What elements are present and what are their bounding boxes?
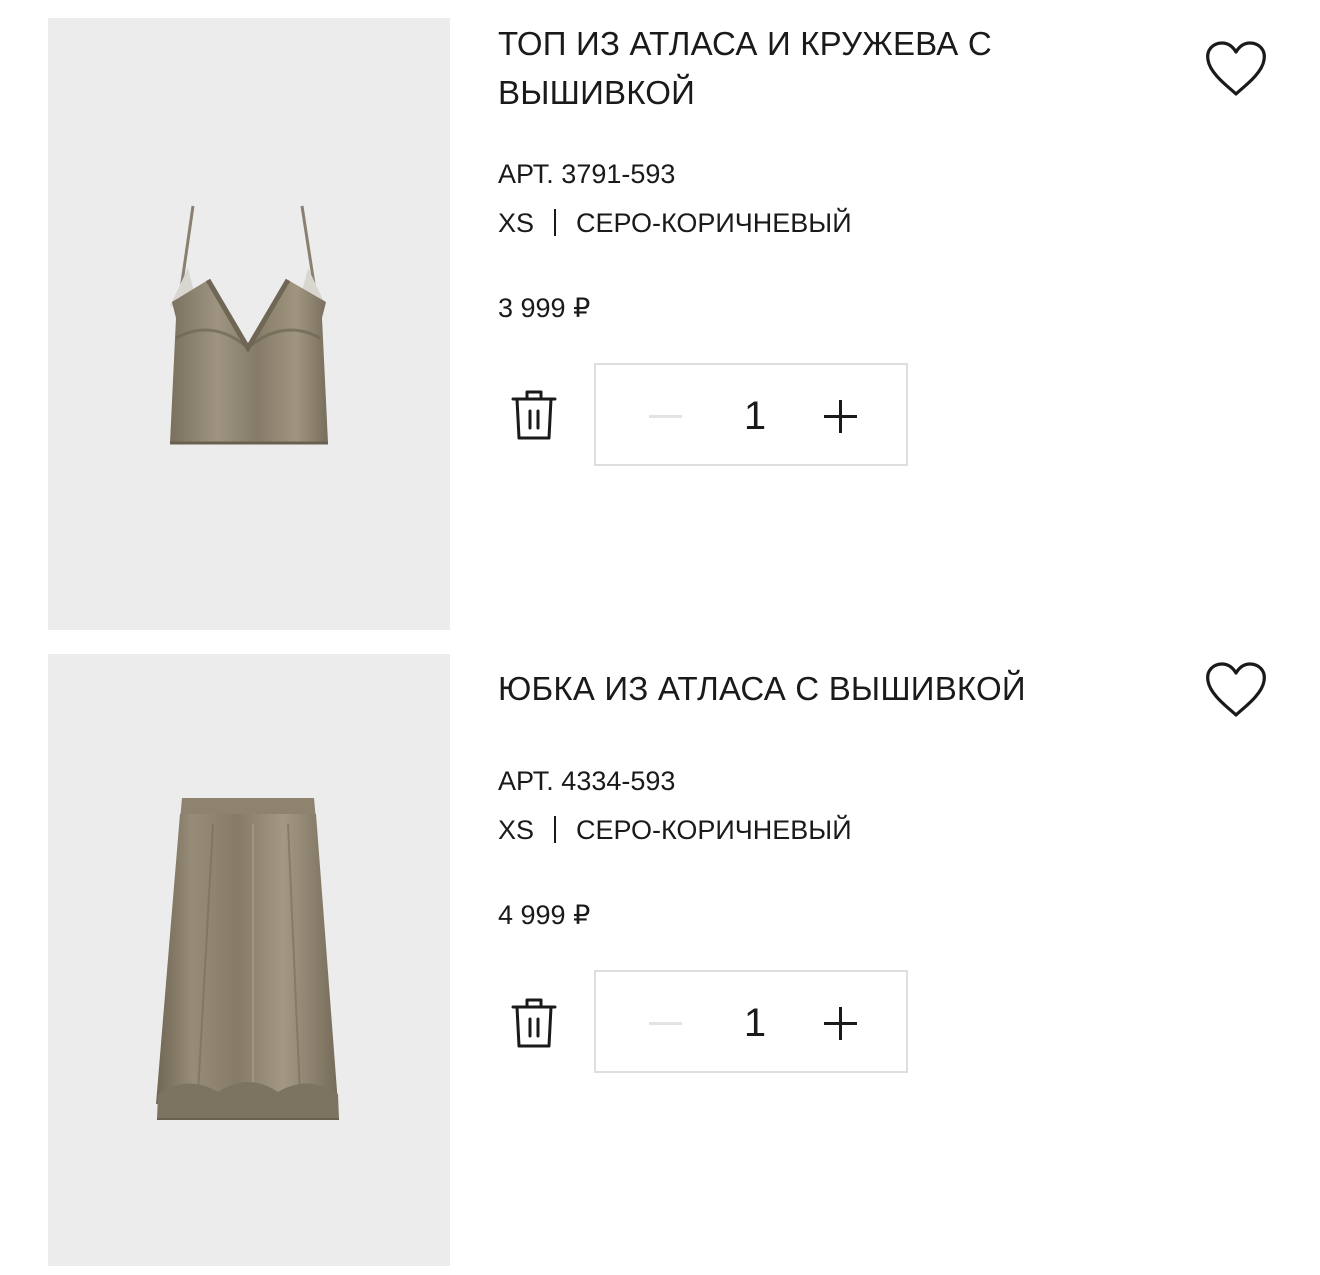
cart-item: ЮБКА ИЗ АТЛАСА С ВЫШИВКОЙ АРТ. 4334-593 … bbox=[48, 654, 1288, 1266]
increase-quantity-button[interactable] bbox=[811, 397, 871, 437]
product-article: АРТ. 4334-593 bbox=[498, 766, 676, 796]
product-size: XS bbox=[498, 815, 535, 845]
increase-quantity-button[interactable] bbox=[811, 1004, 871, 1044]
product-color: СЕРО-КОРИЧНЕВЫЙ bbox=[576, 208, 852, 238]
delete-button[interactable] bbox=[508, 992, 560, 1052]
quantity-value: 1 bbox=[743, 394, 767, 438]
satin-skirt-image bbox=[156, 798, 339, 1120]
delete-button[interactable] bbox=[508, 384, 560, 444]
trash-icon bbox=[511, 390, 557, 440]
cart-item: ТОП ИЗ АТЛАСА И КРУЖЕВА С ВЫШИВКОЙ АРТ. … bbox=[48, 18, 1288, 630]
decrease-quantity-button[interactable] bbox=[636, 1004, 696, 1044]
heart-outline-icon bbox=[1206, 41, 1266, 96]
heart-outline-icon bbox=[1206, 662, 1266, 717]
product-article: АРТ. 3791-593 bbox=[498, 159, 676, 189]
product-title[interactable]: ЮБКА ИЗ АТЛАСА С ВЫШИВКОЙ bbox=[498, 664, 1118, 713]
trash-icon bbox=[511, 998, 557, 1048]
product-color: СЕРО-КОРИЧНЕВЫЙ bbox=[576, 815, 852, 845]
product-price: 3 999 ₽ bbox=[498, 293, 591, 323]
quantity-stepper: 1 bbox=[594, 363, 908, 466]
product-price: 4 999 ₽ bbox=[498, 900, 591, 930]
product-info: ЮБКА ИЗ АТЛАСА С ВЫШИВКОЙ АРТ. 4334-593 … bbox=[498, 654, 1118, 1266]
quantity-stepper: 1 bbox=[594, 970, 908, 1073]
wishlist-button[interactable] bbox=[1204, 661, 1268, 719]
product-image-camisole[interactable] bbox=[48, 18, 450, 630]
product-title[interactable]: ТОП ИЗ АТЛАСА И КРУЖЕВА С ВЫШИВКОЙ bbox=[498, 19, 1098, 117]
product-info: ТОП ИЗ АТЛАСА И КРУЖЕВА С ВЫШИВКОЙ АРТ. … bbox=[498, 18, 1118, 630]
product-variant: XS СЕРО-КОРИЧНЕВЫЙ bbox=[498, 813, 852, 847]
decrease-quantity-button[interactable] bbox=[636, 397, 696, 437]
variant-separator bbox=[554, 816, 557, 843]
quantity-value: 1 bbox=[743, 1001, 767, 1045]
wishlist-button[interactable] bbox=[1204, 40, 1268, 98]
product-image-skirt[interactable] bbox=[48, 654, 450, 1266]
satin-camisole-image bbox=[170, 205, 328, 445]
product-size: XS bbox=[498, 208, 535, 238]
product-variant: XS СЕРО-КОРИЧНЕВЫЙ bbox=[498, 206, 852, 240]
variant-separator bbox=[554, 209, 557, 236]
